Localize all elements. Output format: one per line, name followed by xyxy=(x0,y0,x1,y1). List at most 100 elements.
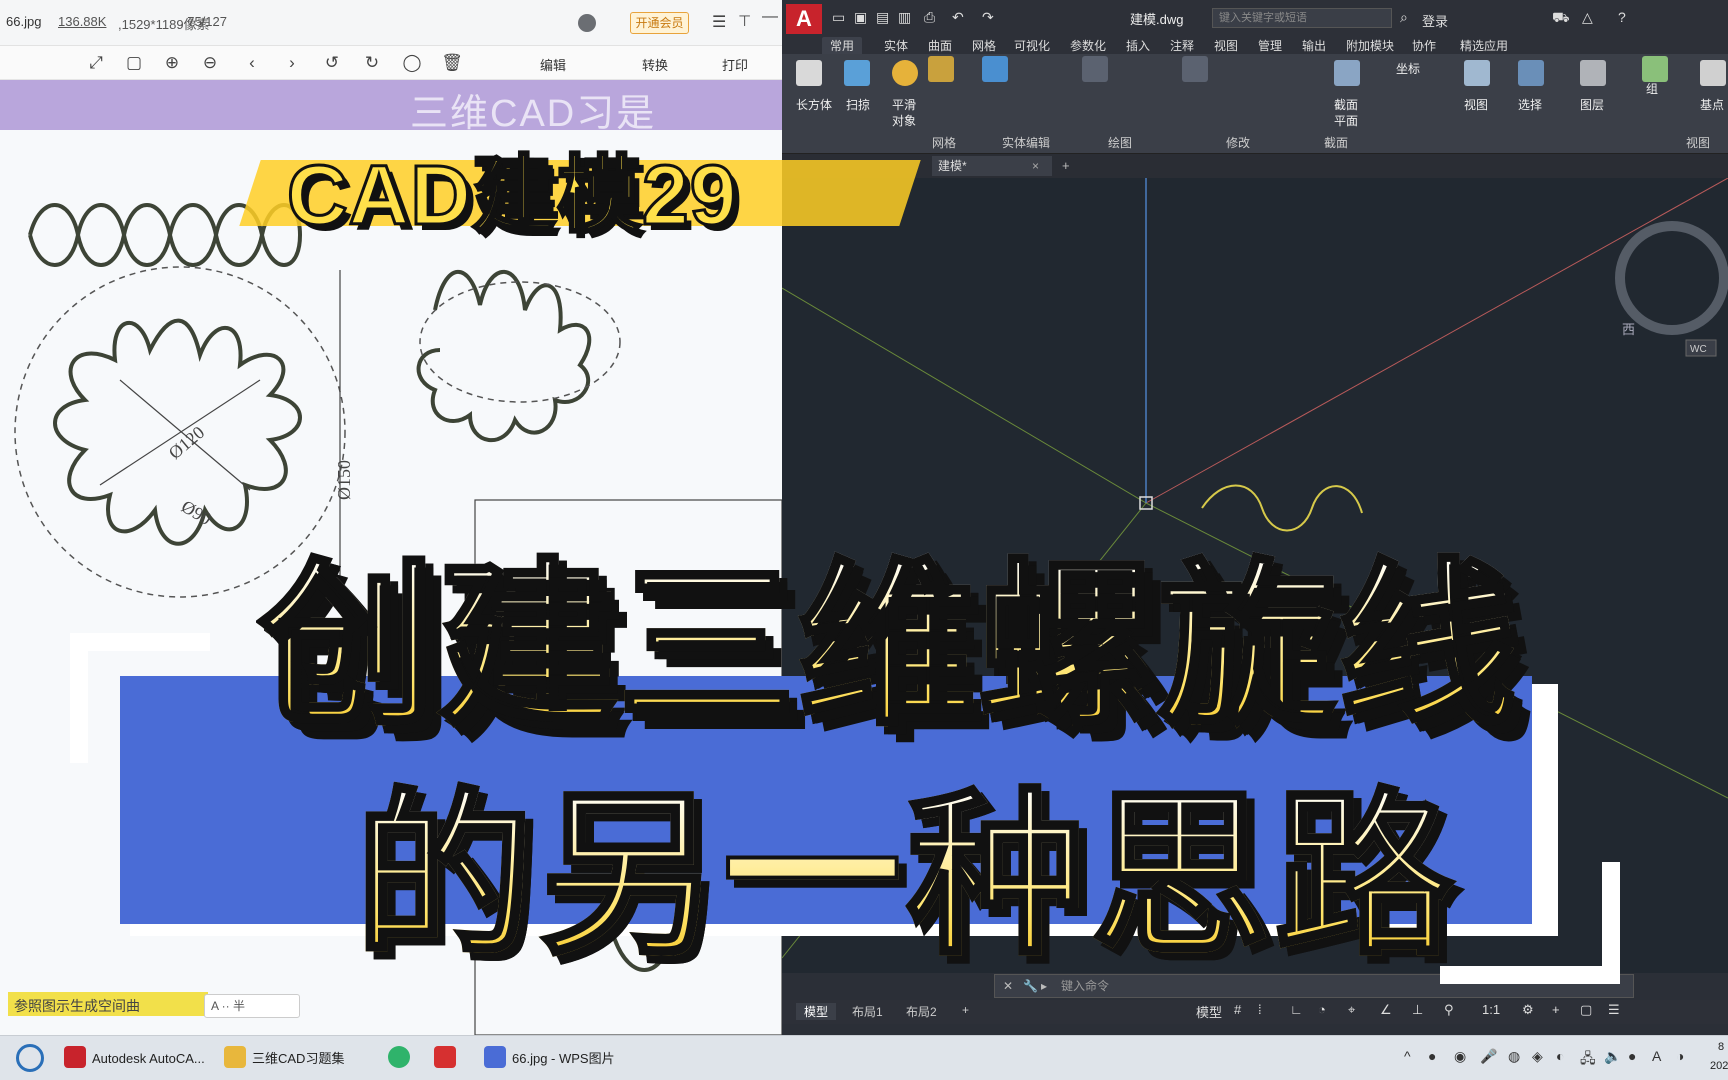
prev-icon[interactable]: ‹ xyxy=(240,51,264,75)
panel-modify-label[interactable]: 修改 xyxy=(1226,134,1250,151)
layer-icon[interactable] xyxy=(1580,60,1606,86)
tab-addins[interactable]: 附加模块 xyxy=(1346,37,1394,54)
vip-button[interactable]: 开通会员 xyxy=(630,12,689,34)
print-button[interactable]: 打印 xyxy=(722,55,748,74)
drawing-viewport[interactable]: 西 WC xyxy=(782,178,1728,973)
tab-annotate[interactable]: 注释 xyxy=(1170,37,1194,54)
wps-picture-icon[interactable] xyxy=(484,1046,506,1068)
coordinates-button[interactable]: 坐标 xyxy=(1396,60,1420,77)
section-plane-button-line1[interactable]: 截面 xyxy=(1334,96,1358,113)
sweep-button[interactable]: 扫掠 xyxy=(846,96,870,113)
tab-mesh[interactable]: 网格 xyxy=(972,37,996,54)
mesh-icon[interactable] xyxy=(928,56,954,82)
smooth-button-line1[interactable]: 平滑 xyxy=(892,96,916,113)
next-icon[interactable]: › xyxy=(280,51,304,75)
delete-icon[interactable]: 🗑 xyxy=(440,51,464,75)
tab-layout1[interactable]: 布局1 xyxy=(852,1003,883,1020)
minimize-icon[interactable]: — xyxy=(762,8,778,26)
taskbar-app-wps-picture[interactable]: 66.jpg - WPS图片 xyxy=(512,1044,615,1074)
sweep-icon[interactable] xyxy=(844,60,870,86)
save-icon[interactable]: ▤ xyxy=(876,9,889,26)
exchange-icon[interactable]: △ xyxy=(1582,9,1593,26)
ortho-icon[interactable]: ∟ xyxy=(1290,1002,1303,1017)
tab-parametric[interactable]: 参数化 xyxy=(1070,37,1106,54)
viewer-filesize-link[interactable]: 136.88K xyxy=(58,14,106,29)
tab-home[interactable]: 常用 xyxy=(822,37,863,54)
tray-app2-icon[interactable]: ◈ xyxy=(1532,1048,1543,1065)
command-line[interactable]: ✕ 🔧 ▸ 键入命令 xyxy=(994,974,1634,998)
save-as-icon[interactable]: ▥ xyxy=(898,9,911,26)
helix-curve[interactable] xyxy=(1201,484,1363,532)
select-button[interactable]: 选择 xyxy=(1518,96,1542,113)
plus-icon[interactable]: + xyxy=(1552,1002,1560,1017)
menu-icon[interactable]: ☰ xyxy=(1608,1002,1620,1018)
print-icon[interactable]: ⎙ xyxy=(924,9,935,26)
autocad-app-icon[interactable] xyxy=(64,1046,86,1068)
convert-button[interactable]: 转换 xyxy=(642,55,668,74)
undo-icon[interactable]: ↶ xyxy=(952,9,964,26)
tab-collaborate[interactable]: 协作 xyxy=(1412,37,1436,54)
volume-icon[interactable]: 🔈 xyxy=(1604,1048,1621,1065)
snap-icon[interactable]: ⁞ xyxy=(1258,1002,1262,1017)
panel-section-label[interactable]: 截面 xyxy=(1324,134,1348,151)
open-file-icon[interactable]: ▣ xyxy=(854,9,867,26)
section-plane-button-line2[interactable]: 平面 xyxy=(1334,112,1358,129)
pin-icon[interactable]: ⊤ xyxy=(738,12,751,30)
wps-icon[interactable] xyxy=(434,1046,456,1068)
panel-draw-label[interactable]: 绘图 xyxy=(1108,134,1132,151)
layer-button[interactable]: 图层 xyxy=(1580,96,1604,113)
tab-output[interactable]: 输出 xyxy=(1302,37,1326,54)
annotation-scale[interactable]: 1:1 xyxy=(1482,1002,1500,1017)
chevron-up-icon[interactable]: ^ xyxy=(1404,1048,1411,1064)
login-button[interactable]: 登录 xyxy=(1422,11,1448,30)
polar-icon[interactable]: ◔ xyxy=(1318,1002,1326,1017)
menu-icon[interactable]: ☰ xyxy=(712,12,726,32)
zoom-out-icon[interactable]: ⊖ xyxy=(198,51,222,75)
tab-surface[interactable]: 曲面 xyxy=(928,37,952,54)
ucs-icon[interactable]: ⊥ xyxy=(1412,1002,1423,1018)
taskbar-app-folder[interactable]: 三维CAD习题集 xyxy=(252,1044,344,1074)
tray-chrome-icon[interactable]: ◍ xyxy=(1508,1048,1520,1065)
user-avatar[interactable] xyxy=(578,14,596,32)
autocad-logo-button[interactable]: A xyxy=(786,4,822,34)
media-player-icon[interactable] xyxy=(388,1046,410,1068)
group-icon[interactable] xyxy=(1642,56,1668,82)
group-button[interactable]: 组 xyxy=(1646,80,1658,97)
osnap-icon[interactable]: ⌖ xyxy=(1348,1002,1355,1018)
viewcube[interactable]: 西 WC xyxy=(1615,178,1728,357)
view-button[interactable]: 视图 xyxy=(1464,96,1488,113)
folder-app-icon[interactable] xyxy=(224,1046,246,1068)
add-layout-icon[interactable]: + xyxy=(962,1003,969,1017)
section-plane-icon[interactable] xyxy=(1334,60,1360,86)
draw-icon[interactable] xyxy=(1082,56,1108,82)
tab-view[interactable]: 视图 xyxy=(1214,37,1238,54)
tab-solid[interactable]: 实体 xyxy=(884,37,908,54)
base-point-button[interactable]: 基点 xyxy=(1700,96,1724,113)
rotate-left-icon[interactable]: ↺ xyxy=(320,51,344,75)
wechat-icon[interactable]: ● xyxy=(1628,1048,1636,1064)
modify-icon[interactable] xyxy=(1182,56,1208,82)
tab-manage[interactable]: 管理 xyxy=(1258,37,1282,54)
fullscreen-icon[interactable]: ▢ xyxy=(1580,1002,1592,1018)
file-tab-modeling[interactable]: 建模* × xyxy=(932,156,1052,176)
microphone-icon[interactable]: 🎤 xyxy=(1480,1048,1497,1065)
help-icon[interactable]: ? xyxy=(1618,9,1626,25)
rotate-right-icon[interactable]: ↻ xyxy=(360,51,384,75)
ime-toolbar[interactable]: A ·· 半 xyxy=(204,994,300,1018)
tab-layout2[interactable]: 布局2 xyxy=(906,1003,937,1020)
status-model-button[interactable]: 模型 xyxy=(1196,1002,1222,1021)
wechat-icon[interactable]: ● xyxy=(1428,1048,1436,1064)
tab-featured-apps[interactable]: 精选应用 xyxy=(1460,37,1508,54)
select-icon[interactable] xyxy=(1518,60,1544,86)
taskbar-app-autocad[interactable]: Autodesk AutoCA... xyxy=(92,1044,205,1074)
add-tab-icon[interactable]: + xyxy=(1062,158,1070,173)
tab-visualize[interactable]: 可视化 xyxy=(1014,37,1050,54)
new-file-icon[interactable]: ▭ xyxy=(832,9,845,26)
cart-icon[interactable]: ⛟ xyxy=(1552,9,1570,28)
gear-icon[interactable]: ⚙ xyxy=(1522,1002,1534,1018)
box-button[interactable]: 长方体 xyxy=(796,96,832,113)
clock-date[interactable]: 202 xyxy=(1710,1060,1728,1072)
base-point-icon[interactable] xyxy=(1700,60,1726,86)
panel-view-label[interactable]: 视图 xyxy=(1686,134,1710,151)
command-input[interactable]: 键入命令 xyxy=(1061,975,1109,997)
